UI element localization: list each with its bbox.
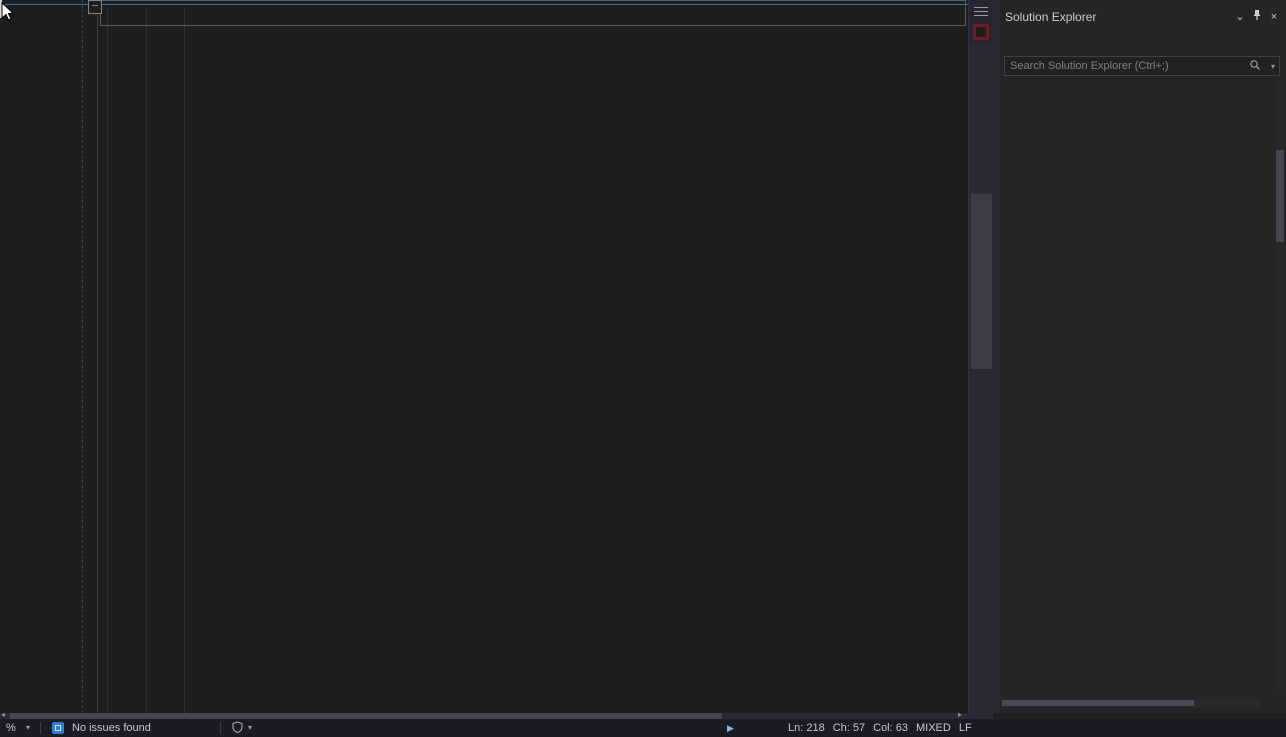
code-editor[interactable]: –	[0, 0, 968, 713]
line-indicator[interactable]: Ln: 218	[788, 722, 825, 734]
scroll-right-icon[interactable]: ▸	[958, 710, 962, 719]
close-icon[interactable]: ×	[1266, 9, 1282, 25]
indent-guide	[146, 8, 147, 713]
shield-icon[interactable]	[232, 721, 243, 737]
caret-position-group: Ln: 218 Ch: 57 Col: 63 MIXED LF	[788, 719, 972, 737]
solution-explorer-titlebar[interactable]: Solution Explorer ⌄ ×	[1000, 6, 1286, 28]
eol-indicator[interactable]: LF	[959, 722, 972, 734]
current-line-highlight	[100, 0, 966, 26]
zoom-control[interactable]: %	[6, 719, 16, 737]
scrollbar-thumb[interactable]	[1002, 700, 1194, 706]
separator	[40, 722, 41, 734]
pin-icon[interactable]	[1249, 9, 1265, 25]
tree-horizontal-scrollbar[interactable]	[1002, 699, 1260, 707]
editor-vertical-scrollbar[interactable]	[968, 0, 994, 713]
encoding-indicator[interactable]: MIXED	[916, 722, 951, 734]
scroll-left-icon[interactable]: ◂	[1, 710, 5, 719]
zoom-chevron-icon[interactable]: ▾	[26, 719, 30, 737]
indent-guide	[184, 8, 185, 713]
search-icon[interactable]	[1249, 59, 1261, 77]
issues-status[interactable]: No issues found	[72, 719, 151, 737]
document-health-icon[interactable]	[973, 24, 989, 40]
window-position-icon[interactable]: ⌄	[1232, 9, 1248, 25]
solution-explorer-panel: Solution Explorer ⌄ × Search Solution Ex…	[1000, 0, 1286, 713]
search-input[interactable]: Search Solution Explorer (Ctrl+;) ▾	[1004, 56, 1280, 76]
panel-title: Solution Explorer	[1005, 10, 1096, 24]
column-indicator[interactable]: Col: 63	[873, 722, 908, 734]
fold-collapse-icon[interactable]: –	[88, 0, 102, 14]
scrollbar-thumb[interactable]	[971, 194, 992, 369]
play-icon[interactable]: ▶	[727, 719, 734, 737]
search-placeholder: Search Solution Explorer (Ctrl+;)	[1010, 60, 1169, 72]
tree-vertical-scrollbar[interactable]	[1275, 80, 1285, 692]
app-window: – ◂ ▸ Solution Explorer ⌄ × Search Solut…	[0, 0, 1286, 737]
search-options-chevron-icon[interactable]: ▾	[1271, 58, 1275, 76]
scrollbar-thumb[interactable]	[1276, 150, 1284, 242]
mouse-cursor-icon	[0, 2, 16, 22]
solution-tree	[1000, 80, 1286, 692]
issues-indicator-icon[interactable]	[52, 722, 64, 734]
solution-explorer-toolbar	[1000, 28, 1286, 53]
indent-guide	[107, 8, 108, 713]
gutter-divider	[82, 0, 83, 713]
fold-margin-divider	[97, 0, 98, 713]
shield-chevron-icon[interactable]: ▾	[248, 719, 252, 737]
separator	[220, 722, 221, 734]
status-bar: % ▾ No issues found ▾ ▶ Ln: 218 Ch: 57 C…	[0, 719, 1286, 737]
char-indicator[interactable]: Ch: 57	[833, 722, 865, 734]
editor-split-handle-icon[interactable]	[974, 7, 988, 16]
scrollbar-track[interactable]	[969, 44, 994, 713]
